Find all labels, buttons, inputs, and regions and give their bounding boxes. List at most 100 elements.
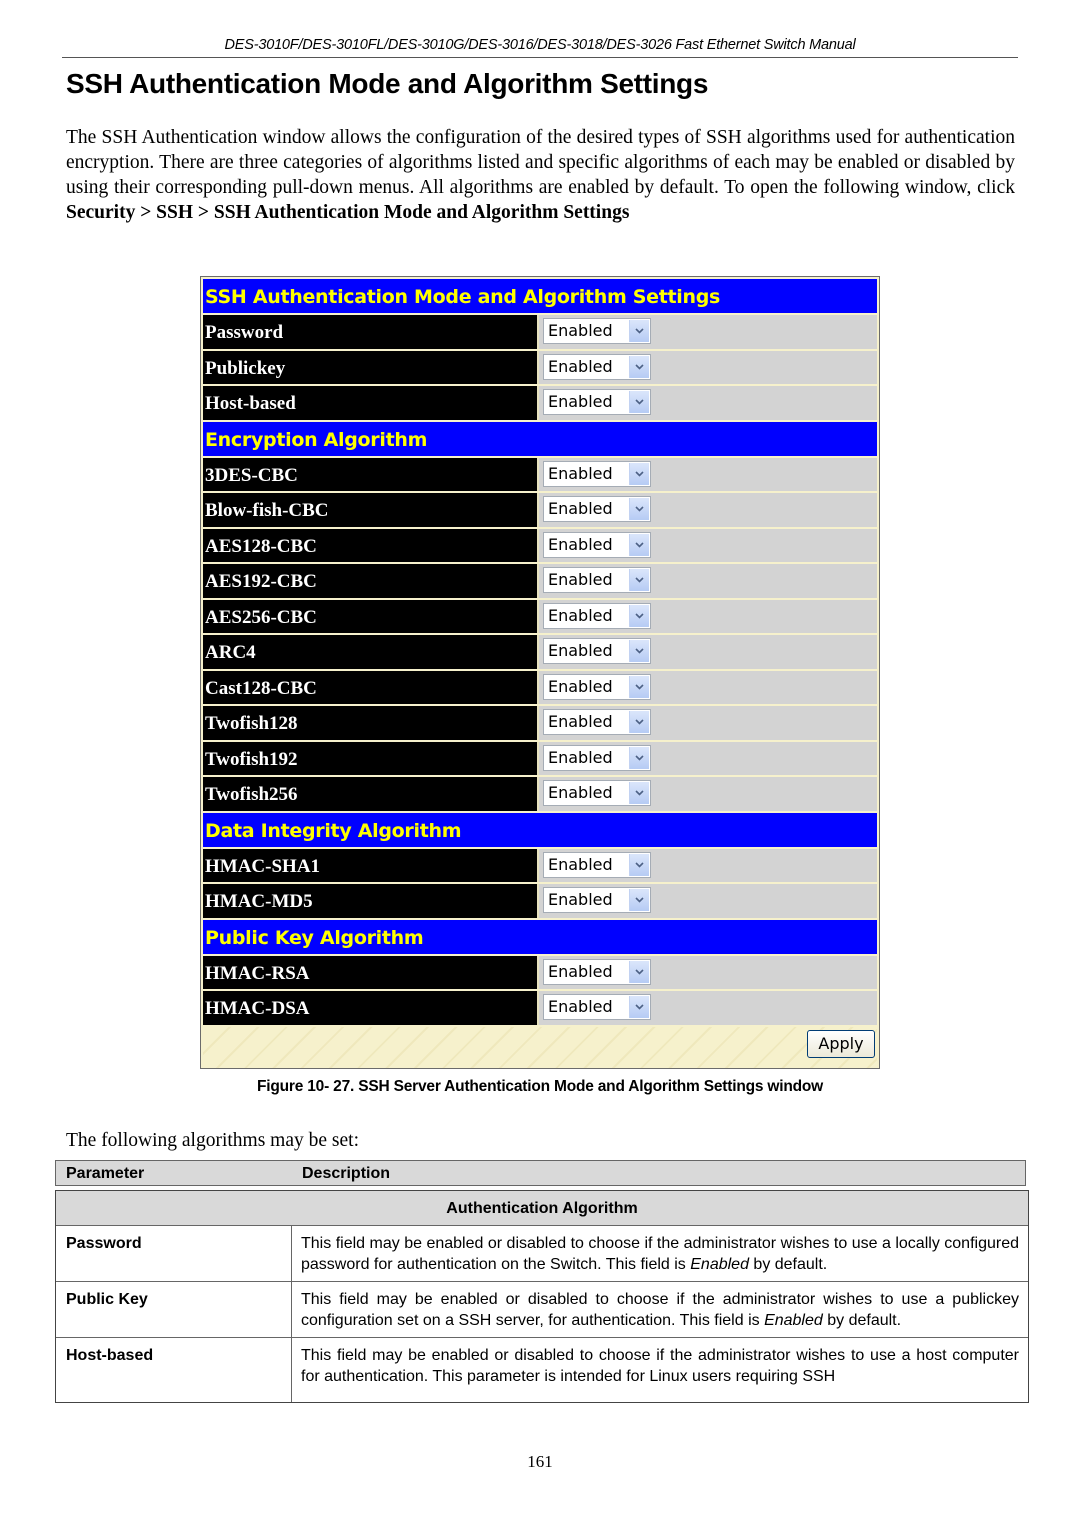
select-value: Enabled bbox=[548, 463, 613, 483]
header-parameter: Parameter bbox=[66, 1165, 145, 1182]
description-text: This field may be enabled or disabled to… bbox=[301, 1291, 1019, 1329]
setting-select[interactable]: Enabled bbox=[543, 780, 651, 806]
parameter-table: Authentication Algorithm Password This fi… bbox=[55, 1190, 1029, 1403]
setting-label: AES192-CBC bbox=[203, 564, 539, 598]
chevron-down-icon[interactable] bbox=[629, 533, 649, 556]
chevron-down-icon[interactable] bbox=[629, 889, 649, 911]
chevron-down-icon[interactable] bbox=[629, 569, 649, 591]
setting-value-cell: Enabled bbox=[539, 991, 877, 1025]
setting-value-cell: Enabled bbox=[539, 706, 877, 740]
setting-label: Password bbox=[203, 315, 539, 349]
setting-label: HMAC-MD5 bbox=[203, 884, 539, 918]
setting-select[interactable]: Enabled bbox=[543, 709, 651, 735]
setting-row: HMAC-RSA Enabled bbox=[203, 955, 877, 989]
setting-value-cell: Enabled bbox=[539, 564, 877, 598]
chevron-down-icon[interactable] bbox=[629, 604, 649, 627]
select-value: Enabled bbox=[548, 641, 613, 660]
setting-row: Publickey Enabled bbox=[203, 350, 877, 384]
intro-paragraph: The SSH Authentication window allows the… bbox=[66, 125, 1015, 225]
parameter-name: Password bbox=[56, 1226, 292, 1281]
select-value: Enabled bbox=[548, 997, 613, 1016]
setting-select[interactable]: Enabled bbox=[543, 994, 651, 1020]
setting-value-cell: Enabled bbox=[539, 315, 877, 349]
chevron-down-icon[interactable] bbox=[629, 462, 649, 485]
ssh-settings-window: SSH Authentication Mode and Algorithm Se… bbox=[200, 276, 880, 1069]
chevron-down-icon[interactable] bbox=[629, 320, 649, 342]
setting-select[interactable]: Enabled bbox=[543, 638, 651, 664]
setting-select[interactable]: Enabled bbox=[543, 389, 651, 415]
select-value: Enabled bbox=[548, 570, 613, 589]
intro-text: The SSH Authentication window allows the… bbox=[66, 127, 1015, 198]
description-text: by default. bbox=[748, 1255, 828, 1273]
setting-row: Cast128-CBC Enabled bbox=[203, 670, 877, 704]
chevron-down-icon[interactable] bbox=[629, 640, 649, 662]
setting-select[interactable]: Enabled bbox=[543, 318, 651, 344]
section-header: Encryption Algorithm bbox=[203, 421, 877, 456]
setting-label: Blow-fish-CBC bbox=[203, 493, 539, 527]
setting-select[interactable]: Enabled bbox=[543, 531, 651, 558]
parameter-row: Password This field may be enabled or dis… bbox=[56, 1226, 1028, 1282]
setting-row: 3DES-CBC Enabled bbox=[203, 457, 877, 491]
setting-value-cell: Enabled bbox=[539, 457, 877, 491]
parameter-name: Public Key bbox=[56, 1282, 292, 1337]
setting-row: Twofish128 Enabled bbox=[203, 706, 877, 740]
setting-select[interactable]: Enabled bbox=[543, 602, 651, 629]
select-value: Enabled bbox=[548, 961, 613, 981]
setting-select[interactable]: Enabled bbox=[543, 567, 651, 593]
table-section-title: Authentication Algorithm bbox=[56, 1191, 1028, 1226]
chevron-down-icon[interactable] bbox=[629, 853, 649, 876]
chevron-down-icon[interactable] bbox=[629, 746, 649, 769]
setting-row: AES192-CBC Enabled bbox=[203, 564, 877, 598]
page-title: SSH Authentication Mode and Algorithm Se… bbox=[66, 68, 709, 99]
select-value: Enabled bbox=[548, 605, 613, 625]
chevron-down-icon[interactable] bbox=[629, 960, 649, 983]
setting-select[interactable]: Enabled bbox=[543, 496, 651, 522]
setting-select[interactable]: Enabled bbox=[543, 851, 651, 878]
section-header: Data Integrity Algorithm bbox=[203, 812, 877, 847]
setting-value-cell: Enabled bbox=[539, 528, 877, 562]
setting-label: Host-based bbox=[203, 386, 539, 420]
menu-path: Security > SSH > SSH Authentication Mode… bbox=[66, 202, 630, 223]
setting-value-cell: Enabled bbox=[539, 493, 877, 527]
setting-row: AES256-CBC Enabled bbox=[203, 599, 877, 633]
figure-caption: Figure 10- 27. SSH Server Authentication… bbox=[256, 1078, 824, 1095]
chevron-down-icon[interactable] bbox=[629, 711, 649, 733]
header-rule bbox=[62, 57, 1018, 58]
chevron-down-icon[interactable] bbox=[629, 355, 649, 378]
parameter-row: Public Key This field may be enabled or d… bbox=[56, 1282, 1028, 1338]
running-header: DES-3010F/DES-3010FL/DES-3010G/DES-3016/… bbox=[224, 37, 856, 53]
setting-row: Twofish256 Enabled bbox=[203, 777, 877, 811]
parameter-description: This field may be enabled or disabled to… bbox=[292, 1226, 1028, 1281]
setting-row: HMAC-SHA1 Enabled bbox=[203, 848, 877, 882]
parameter-description: This field may be enabled or disabled to… bbox=[292, 1282, 1028, 1337]
select-value: Enabled bbox=[548, 499, 613, 518]
chevron-down-icon[interactable] bbox=[629, 996, 649, 1018]
lead-in-text: The following algorithms may be set: bbox=[66, 1130, 359, 1151]
parameter-table-header: Parameter Description bbox=[55, 1160, 1026, 1186]
description-emphasis: Enabled bbox=[764, 1311, 823, 1329]
select-value: Enabled bbox=[548, 783, 613, 802]
select-value: Enabled bbox=[548, 676, 613, 696]
setting-select[interactable]: Enabled bbox=[543, 353, 651, 380]
setting-select[interactable]: Enabled bbox=[543, 744, 651, 771]
apply-button[interactable]: Apply bbox=[807, 1029, 875, 1058]
setting-label: Twofish192 bbox=[203, 741, 539, 775]
chevron-down-icon[interactable] bbox=[629, 391, 649, 413]
description-emphasis: Enabled bbox=[690, 1255, 749, 1273]
setting-row: ARC4 Enabled bbox=[203, 635, 877, 669]
setting-row: Twofish192 Enabled bbox=[203, 741, 877, 775]
setting-select[interactable]: Enabled bbox=[543, 958, 651, 985]
chevron-down-icon[interactable] bbox=[629, 498, 649, 520]
setting-label: HMAC-RSA bbox=[203, 955, 539, 989]
setting-select[interactable]: Enabled bbox=[543, 673, 651, 700]
setting-label: AES128-CBC bbox=[203, 528, 539, 562]
setting-label: ARC4 bbox=[203, 635, 539, 669]
chevron-down-icon[interactable] bbox=[629, 675, 649, 698]
setting-value-cell: Enabled bbox=[539, 955, 877, 989]
setting-row: HMAC-DSA Enabled bbox=[203, 991, 877, 1025]
setting-value-cell: Enabled bbox=[539, 386, 877, 420]
setting-select[interactable]: Enabled bbox=[543, 887, 651, 913]
chevron-down-icon[interactable] bbox=[629, 782, 649, 804]
parameter-row: Host-based This field may be enabled or d… bbox=[56, 1338, 1028, 1402]
setting-select[interactable]: Enabled bbox=[543, 460, 651, 487]
